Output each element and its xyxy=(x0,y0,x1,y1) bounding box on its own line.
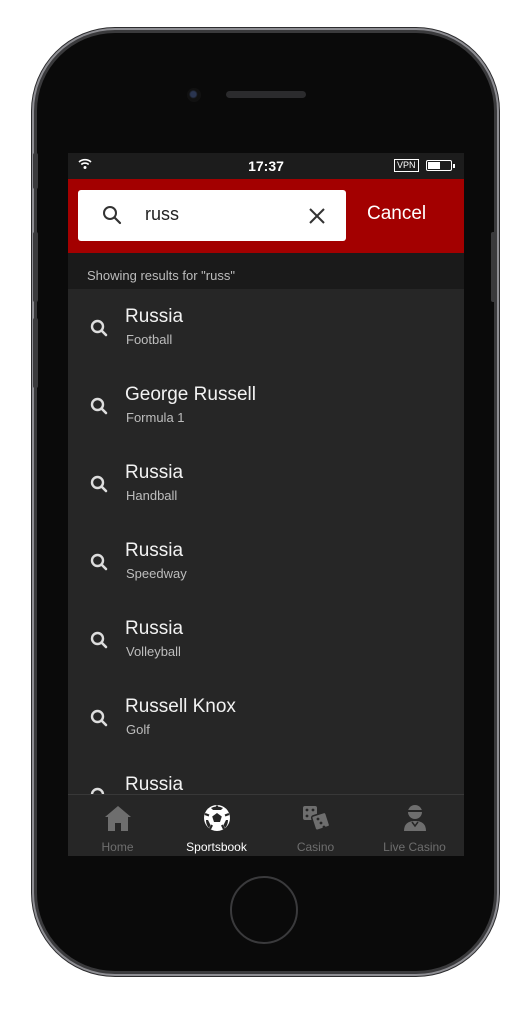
clear-icon[interactable] xyxy=(307,206,327,231)
result-subtitle: Handball xyxy=(126,488,178,503)
tab-label: Live Casino xyxy=(383,840,446,854)
home-button[interactable] xyxy=(230,876,298,944)
status-bar: 17:37 VPN xyxy=(68,153,464,179)
search-icon xyxy=(90,709,108,732)
tab-casino[interactable]: Casino xyxy=(266,795,365,856)
earpiece-speaker xyxy=(226,91,306,98)
tab-live-casino[interactable]: Live Casino xyxy=(365,795,464,856)
dealer-icon xyxy=(400,803,430,838)
volume-up-button xyxy=(33,232,38,302)
search-icon xyxy=(90,475,108,498)
result-title: Russia xyxy=(125,618,184,639)
search-input[interactable]: russ xyxy=(78,190,346,241)
result-subtitle: Speedway xyxy=(126,566,187,581)
front-camera xyxy=(187,88,201,102)
tab-home[interactable]: Home xyxy=(68,795,167,856)
search-icon xyxy=(102,205,122,230)
search-query: russ xyxy=(145,204,180,224)
search-icon xyxy=(90,553,108,576)
list-item[interactable]: Russia Handball xyxy=(68,445,464,523)
result-subtitle: Formula 1 xyxy=(126,410,185,425)
vpn-badge: VPN xyxy=(394,159,419,172)
result-subtitle: Football xyxy=(126,332,173,347)
app-screen: 17:37 VPN russ Cancel Showing results fo… xyxy=(68,153,464,856)
tab-sportsbook[interactable]: Sportsbook xyxy=(167,795,266,856)
dice-icon xyxy=(300,803,332,838)
search-icon xyxy=(90,631,108,654)
search-icon xyxy=(90,319,108,342)
result-title: Russell Knox xyxy=(125,696,236,717)
battery-icon xyxy=(426,160,455,171)
soccer-ball-icon xyxy=(202,803,232,838)
list-item[interactable]: Russia Speedway xyxy=(68,523,464,601)
list-item[interactable]: Russia Volleyball xyxy=(68,601,464,679)
results-list: Russia Football George Russell Formula 1… xyxy=(68,289,464,835)
result-subtitle: Volleyball xyxy=(126,644,181,659)
home-icon xyxy=(103,803,133,838)
power-button xyxy=(491,232,496,302)
list-item[interactable]: George Russell Formula 1 xyxy=(68,367,464,445)
tab-label: Casino xyxy=(296,840,335,854)
result-title: George Russell xyxy=(125,384,256,405)
bottom-tab-bar: Home Sportsbook Casino Live Casino xyxy=(68,794,464,856)
list-item[interactable]: Russia Football xyxy=(68,289,464,367)
volume-down-button xyxy=(33,318,38,388)
result-title: Russia xyxy=(125,462,184,483)
tab-label: Home xyxy=(101,840,134,854)
search-icon xyxy=(90,397,108,420)
result-title: Russia xyxy=(125,774,184,795)
list-item[interactable]: Russell Knox Golf xyxy=(68,679,464,757)
search-header: russ Cancel xyxy=(68,179,464,253)
result-title: Russia xyxy=(125,306,184,327)
result-title: Russia xyxy=(125,540,184,561)
mute-switch xyxy=(33,153,38,189)
tab-label: Sportsbook xyxy=(186,840,247,854)
cancel-button[interactable]: Cancel xyxy=(367,203,426,225)
result-subtitle: Golf xyxy=(126,722,150,737)
results-header: Showing results for "russ" xyxy=(68,253,464,289)
